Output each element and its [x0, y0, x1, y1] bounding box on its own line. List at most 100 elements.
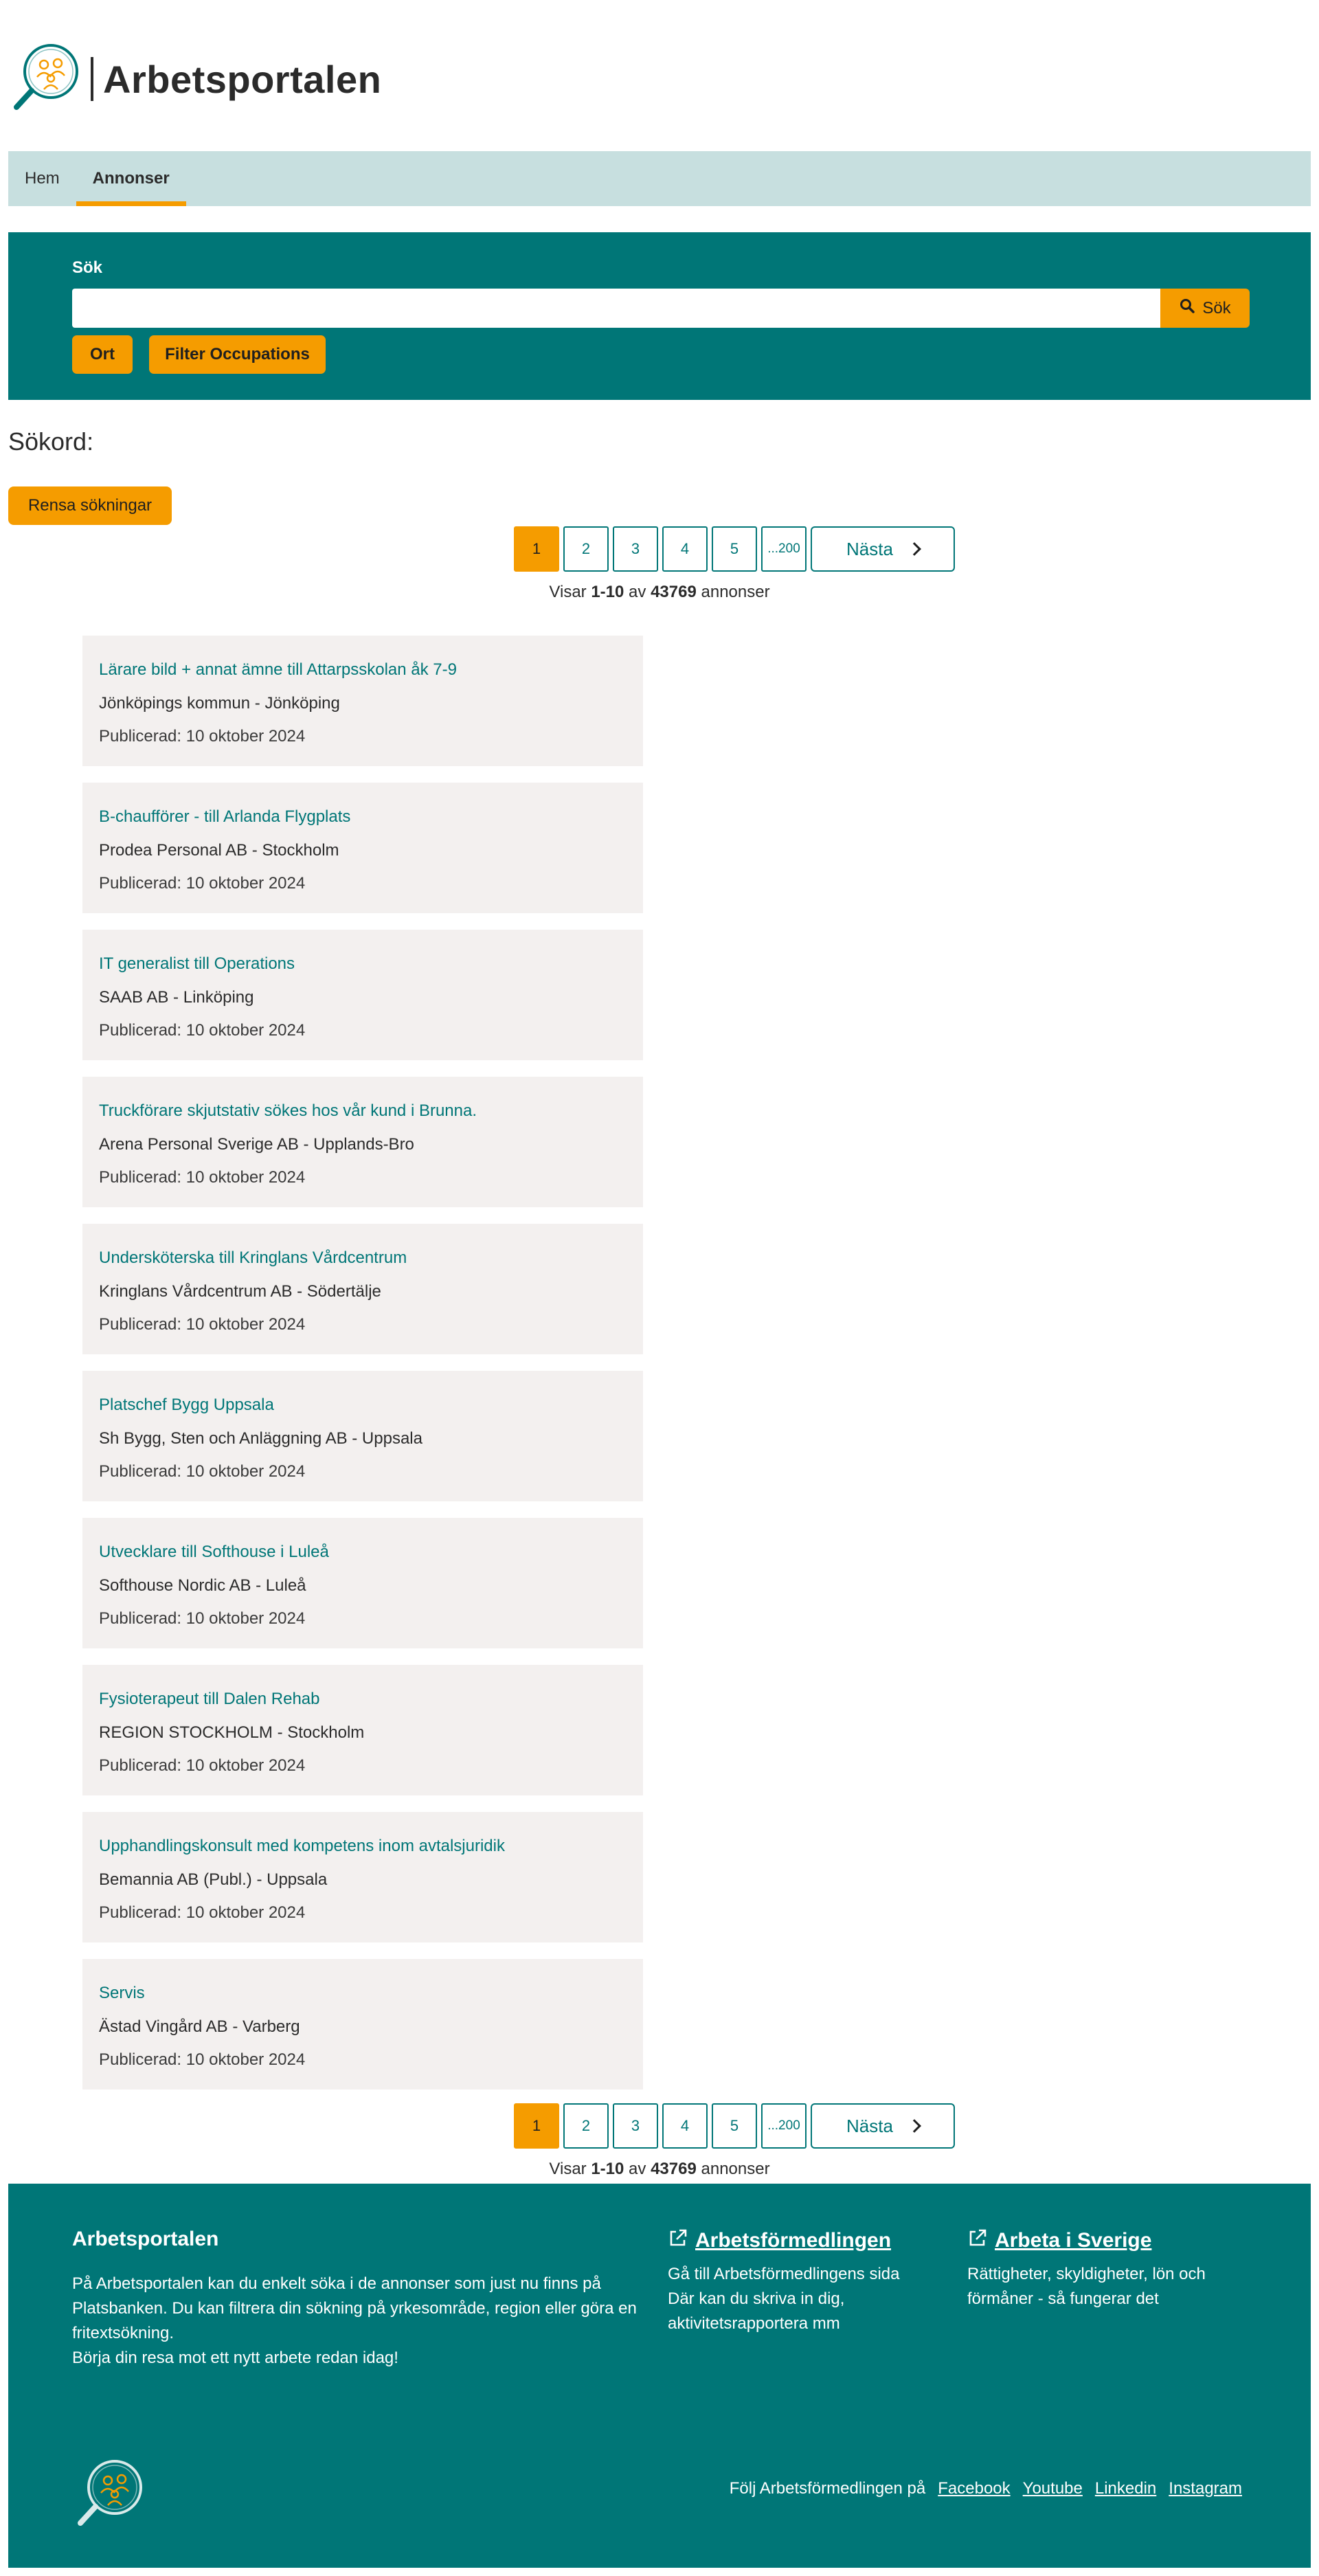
result-count-top: Visar 1-10 av 43769 annonser	[0, 583, 1319, 602]
nav-item-hem[interactable]: Hem	[8, 151, 76, 206]
result-count-range: 1-10	[591, 2160, 624, 2178]
search-label: Sök	[72, 258, 103, 277]
job-title-link[interactable]: Utvecklare till Softhouse i Luleå	[99, 1543, 329, 1562]
page-button-3[interactable]: 3	[613, 2103, 658, 2149]
pagination-bottom: 1 2 3 4 5 ...200 Nästa	[514, 2103, 955, 2149]
job-card[interactable]: IT generalist till Operations SAAB AB - …	[82, 930, 643, 1060]
page-button-200[interactable]: ...200	[761, 526, 807, 572]
job-published-date: Publicerad: 10 oktober 2024	[99, 1462, 306, 1481]
arbetsformedlingen-desc-2: Där kan du skriva in dig, aktivitetsrapp…	[668, 2289, 845, 2333]
job-title-link[interactable]: B-chaufförer - till Arlanda Flygplats	[99, 807, 350, 827]
job-title-link[interactable]: IT generalist till Operations	[99, 954, 295, 974]
arbeta-i-sverige-desc-1: Rättigheter, skyldigheter, lön och förmå…	[967, 2265, 1206, 2308]
page-button-5[interactable]: 5	[712, 526, 757, 572]
job-list: Lärare bild + annat ämne till Attarpssko…	[82, 636, 643, 2106]
job-employer: Arena Personal Sverige AB - Upplands-Bro	[99, 1135, 414, 1154]
job-employer: Softhouse Nordic AB - Luleå	[99, 1576, 306, 1595]
job-card[interactable]: Servis Ästad Vingård AB - Varberg Public…	[82, 1959, 643, 2090]
footer-text-2: Börja din resa mot ett nytt arbete redan…	[72, 2349, 398, 2367]
result-count-total: 43769	[651, 2160, 697, 2178]
arbeta-i-sverige-link[interactable]: Arbeta i Sverige	[967, 2228, 1256, 2254]
pagination-top: 1 2 3 4 5 ...200 Nästa	[514, 526, 955, 572]
next-page-label: Nästa	[846, 538, 893, 559]
job-published-date: Publicerad: 10 oktober 2024	[99, 1315, 306, 1334]
app-title[interactable]: Arbetsportalen	[103, 57, 381, 102]
nav-item-annonser[interactable]: Annonser	[76, 151, 186, 206]
instagram-link[interactable]: Instagram	[1169, 2479, 1242, 2498]
arbeta-i-sverige-description: Rättigheter, skyldigheter, lön och förmå…	[967, 2262, 1256, 2311]
logo-divider	[91, 57, 93, 101]
external-link-icon	[967, 2228, 988, 2254]
arbetsformedlingen-link[interactable]: Arbetsförmedlingen	[668, 2228, 956, 2254]
page-button-1[interactable]: 1	[514, 2103, 559, 2149]
job-employer: REGION STOCKHOLM - Stockholm	[99, 1723, 365, 1742]
search-button-label: Sök	[1202, 298, 1231, 317]
site-footer: Arbetsportalen På Arbetsportalen kan du …	[8, 2184, 1311, 2568]
footer-link-block-arbeta-i-sverige: Arbeta i Sverige Rättigheter, skyldighet…	[967, 2228, 1256, 2311]
job-card[interactable]: Truckförare skjutstativ sökes hos vår ku…	[82, 1077, 643, 1207]
result-count-total: 43769	[651, 583, 697, 601]
chevron-right-icon	[907, 2119, 921, 2133]
job-title-link[interactable]: Servis	[99, 1984, 145, 2003]
next-page-button[interactable]: Nästa	[811, 526, 955, 572]
page-button-2[interactable]: 2	[563, 526, 609, 572]
job-card[interactable]: Platschef Bygg Uppsala Sh Bygg, Sten och…	[82, 1371, 643, 1501]
facebook-link[interactable]: Facebook	[938, 2479, 1010, 2498]
external-link-icon	[668, 2228, 688, 2254]
job-card[interactable]: Utvecklare till Softhouse i Luleå Softho…	[82, 1518, 643, 1648]
result-count-range: 1-10	[591, 583, 624, 601]
job-published-date: Publicerad: 10 oktober 2024	[99, 727, 306, 746]
result-count-bottom: Visar 1-10 av 43769 annonser	[0, 2160, 1319, 2179]
job-title-link[interactable]: Platschef Bygg Uppsala	[99, 1396, 274, 1415]
result-count-suffix: annonser	[701, 583, 770, 601]
youtube-link[interactable]: Youtube	[1023, 2479, 1083, 2498]
footer-description: På Arbetsportalen kan du enkelt söka i d…	[72, 2272, 649, 2371]
arbeta-i-sverige-link-label: Arbeta i Sverige	[995, 2229, 1152, 2252]
footer-text-1: På Arbetsportalen kan du enkelt söka i d…	[72, 2274, 637, 2342]
search-input[interactable]	[72, 289, 1160, 328]
job-card[interactable]: Fysioterapeut till Dalen Rehab REGION ST…	[82, 1665, 643, 1795]
job-employer: Prodea Personal AB - Stockholm	[99, 841, 339, 860]
job-published-date: Publicerad: 10 oktober 2024	[99, 874, 306, 893]
page-button-1[interactable]: 1	[514, 526, 559, 572]
search-panel: Sök Sök Ort Filter Occupations	[8, 232, 1311, 400]
arbetsformedlingen-description: Gå till Arbetsförmedlingens sida Där kan…	[668, 2262, 956, 2336]
page-button-200[interactable]: ...200	[761, 2103, 807, 2149]
job-employer: Sh Bygg, Sten och Anläggning AB - Uppsal…	[99, 1429, 422, 1448]
page-button-4[interactable]: 4	[662, 526, 708, 572]
page-button-2[interactable]: 2	[563, 2103, 609, 2149]
job-published-date: Publicerad: 10 oktober 2024	[99, 1756, 306, 1775]
result-count-prefix: Visar	[549, 2160, 587, 2178]
search-button[interactable]: Sök	[1160, 289, 1250, 328]
next-page-label: Nästa	[846, 2115, 893, 2136]
filter-occupations-button[interactable]: Filter Occupations	[149, 335, 326, 374]
job-published-date: Publicerad: 10 oktober 2024	[99, 1021, 306, 1040]
job-title-link[interactable]: Upphandlingskonsult med kompetens inom a…	[99, 1837, 505, 1856]
linkedin-link[interactable]: Linkedin	[1095, 2479, 1156, 2498]
job-title-link[interactable]: Truckförare skjutstativ sökes hos vår ku…	[99, 1101, 477, 1121]
page-button-5[interactable]: 5	[712, 2103, 757, 2149]
job-card[interactable]: Lärare bild + annat ämne till Attarpssko…	[82, 636, 643, 766]
page-button-3[interactable]: 3	[613, 526, 658, 572]
logo-magnifier-icon[interactable]	[8, 41, 84, 117]
job-title-link[interactable]: Lärare bild + annat ämne till Attarpssko…	[99, 660, 457, 680]
arbetsformedlingen-desc-1: Gå till Arbetsförmedlingens sida	[668, 2265, 900, 2283]
clear-searches-button[interactable]: Rensa sökningar	[8, 486, 172, 525]
search-icon	[1179, 298, 1195, 319]
job-title-link[interactable]: Undersköterska till Kringlans Vårdcentru…	[99, 1248, 407, 1268]
job-employer: Bemannia AB (Publ.) - Uppsala	[99, 1870, 328, 1889]
footer-logo-magnifier-icon[interactable]	[72, 2457, 148, 2533]
filter-ort-button[interactable]: Ort	[72, 335, 133, 374]
next-page-button[interactable]: Nästa	[811, 2103, 955, 2149]
social-links: Följ Arbetsförmedlingen på Facebook Yout…	[730, 2479, 1242, 2498]
job-employer: Jönköpings kommun - Jönköping	[99, 694, 340, 713]
main-nav: Hem Annonser	[8, 151, 1311, 206]
page-button-4[interactable]: 4	[662, 2103, 708, 2149]
job-employer: Kringlans Vårdcentrum AB - Södertälje	[99, 1282, 381, 1301]
job-card[interactable]: Undersköterska till Kringlans Vårdcentru…	[82, 1224, 643, 1354]
job-card[interactable]: Upphandlingskonsult med kompetens inom a…	[82, 1812, 643, 1942]
job-title-link[interactable]: Fysioterapeut till Dalen Rehab	[99, 1690, 320, 1709]
job-card[interactable]: B-chaufförer - till Arlanda Flygplats Pr…	[82, 783, 643, 913]
page: Arbetsportalen Hem Annonser Sök Sök Ort …	[0, 0, 1319, 2576]
job-published-date: Publicerad: 10 oktober 2024	[99, 1609, 306, 1628]
